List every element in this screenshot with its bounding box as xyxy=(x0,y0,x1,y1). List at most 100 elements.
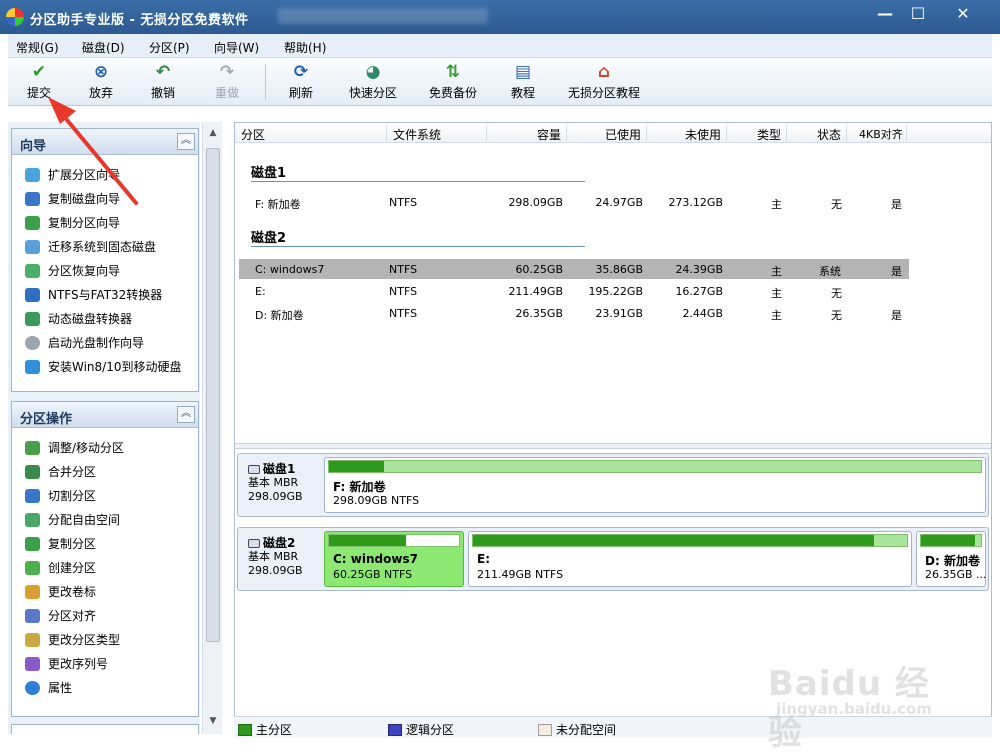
scroll-down-icon[interactable]: ▼ xyxy=(207,716,219,728)
legend-bar: 主分区 逻辑分区 未分配空间 xyxy=(234,716,992,738)
column-divider xyxy=(566,125,567,141)
table-row[interactable]: D: 新加卷 NTFS 26.35GB 23.91GB 2.44GB 主 无 是 xyxy=(239,303,909,323)
lossless-tutorial-button[interactable]: ⌂ 无损分区教程 xyxy=(566,62,642,104)
column-used[interactable]: 已使用 xyxy=(605,126,641,143)
type: 主 xyxy=(771,198,782,211)
usage-bar xyxy=(920,534,982,547)
column-status[interactable]: 状态 xyxy=(817,126,841,143)
operations-list: 调整/移动分区 合并分区 切割分区 分配自由空间 复制分区 创建分区 更改卷标 … xyxy=(12,428,198,700)
sidebar-item-partition-recovery[interactable]: 分区恢复向导 xyxy=(12,259,198,283)
sidebar-item-copy-partition-wizard[interactable]: 复制分区向导 xyxy=(12,211,198,235)
logical-swatch xyxy=(388,724,402,736)
capacity: 298.09GB xyxy=(508,196,563,209)
column-filesystem[interactable]: 文件系统 xyxy=(393,126,441,143)
table-row[interactable]: E: NTFS 211.49GB 195.22GB 16.27GB 主 无 xyxy=(239,281,909,301)
sidebar-item-split[interactable]: 切割分区 xyxy=(12,484,198,508)
refresh-icon: ⟳ xyxy=(293,62,309,82)
free-backup-button[interactable]: ⇅ 免费备份 xyxy=(426,62,480,104)
maximize-button[interactable]: ☐ xyxy=(903,4,933,26)
sidebar-item-dynamic-disk-converter[interactable]: 动态磁盘转换器 xyxy=(12,307,198,331)
partition-block-d[interactable]: D: 新加卷 26.35GB ... xyxy=(916,531,987,587)
legend-unallocated: 未分配空间 xyxy=(538,721,616,738)
disk2-info: 磁盘2 基本 MBR 298.09GB xyxy=(248,536,303,577)
checkmark-icon: ✔ xyxy=(31,62,47,82)
sidebar-item-copy-partition[interactable]: 复制分区 xyxy=(12,532,198,556)
merge-icon xyxy=(25,465,40,479)
sidebar-item-bootable-media[interactable]: 启动光盘制作向导 xyxy=(12,331,198,355)
filesystem: NTFS xyxy=(389,307,418,320)
status: 系统 xyxy=(819,265,841,278)
sidebar-item-create-partition[interactable]: 创建分区 xyxy=(12,556,198,580)
panel-splitter[interactable] xyxy=(235,443,991,449)
sidebar-item-change-label[interactable]: 更改卷标 xyxy=(12,580,198,604)
close-button[interactable]: ✕ xyxy=(948,4,978,26)
used: 35.86GB xyxy=(595,263,643,276)
partition-block-f[interactable]: F: 新加卷 298.09GB NTFS xyxy=(324,457,986,513)
disk-icon xyxy=(248,539,260,548)
cd-icon xyxy=(25,336,40,350)
sidebar-item-copy-disk-wizard[interactable]: 复制磁盘向导 xyxy=(12,187,198,211)
scrollbar-thumb[interactable] xyxy=(206,148,220,642)
column-free[interactable]: 未使用 xyxy=(685,126,721,143)
collapse-up-icon[interactable]: ︽ xyxy=(177,133,195,150)
partition-name: C: windows7 xyxy=(255,263,325,276)
sidebar-item-migrate-os-ssd[interactable]: 迁移系统到固态磁盘 xyxy=(12,235,198,259)
discard-button[interactable]: ⊗ 放弃 xyxy=(84,62,118,104)
menu-bar: 常规(G) 磁盘(D) 分区(P) 向导(W) 帮助(H) xyxy=(8,34,992,58)
column-capacity[interactable]: 容量 xyxy=(537,126,561,143)
create-icon xyxy=(25,561,40,575)
redo-button[interactable]: ↷ 重做 xyxy=(210,62,244,104)
sidebar-item-properties[interactable]: 属性 xyxy=(12,676,198,700)
4k-align: 是 xyxy=(891,198,902,211)
capacity: 211.49GB xyxy=(508,285,563,298)
sidebar-item-change-type[interactable]: 更改分区类型 xyxy=(12,628,198,652)
4k-align: 是 xyxy=(891,309,902,322)
column-partition[interactable]: 分区 xyxy=(241,126,265,143)
partition-block-c[interactable]: C: windows7 60.25GB NTFS xyxy=(324,531,464,587)
menu-help[interactable]: 帮助(H) xyxy=(284,39,326,56)
sidebar-item-change-serial[interactable]: 更改序列号 xyxy=(12,652,198,676)
table-row[interactable]: F: 新加卷 NTFS 298.09GB 24.97GB 273.12GB 主 … xyxy=(239,192,909,212)
sidebar-item-allocate-free-space[interactable]: 分配自由空间 xyxy=(12,508,198,532)
wizards-panel-header: 向导 ︽ xyxy=(12,129,198,155)
sidebar-scrollbar[interactable]: ▲ ▼ xyxy=(202,122,222,734)
sidebar-item-align-partition[interactable]: 分区对齐 xyxy=(12,604,198,628)
menu-partition[interactable]: 分区(P) xyxy=(149,39,190,56)
column-type[interactable]: 类型 xyxy=(757,126,781,143)
disk-icon xyxy=(248,465,260,474)
menu-disk[interactable]: 磁盘(D) xyxy=(82,39,125,56)
table-row-selected[interactable]: C: windows7 NTFS 60.25GB 35.86GB 24.39GB… xyxy=(239,259,909,279)
window-title: 分区助手专业版 - 无损分区免费软件 xyxy=(30,13,249,28)
refresh-button[interactable]: ⟳ 刷新 xyxy=(284,62,318,104)
capacity: 60.25GB xyxy=(515,263,563,276)
sidebar-item-resize-move[interactable]: 调整/移动分区 xyxy=(12,436,198,460)
menu-general[interactable]: 常规(G) xyxy=(16,39,59,56)
main-panel: 分区 文件系统 容量 已使用 未使用 类型 状态 4KB对齐 磁盘1 F: 新加… xyxy=(234,122,992,734)
partition-block-e[interactable]: E: 211.49GB NTFS xyxy=(468,531,912,587)
scroll-up-icon[interactable]: ▲ xyxy=(207,128,219,140)
sidebar-item-windows-to-go[interactable]: 安装Win8/10到移动硬盘 xyxy=(12,355,198,379)
sidebar-item-merge[interactable]: 合并分区 xyxy=(12,460,198,484)
operations-panel-title: 分区操作 xyxy=(20,412,73,427)
column-divider xyxy=(726,125,727,141)
capacity: 26.35GB xyxy=(515,307,563,320)
wizards-panel: 向导 ︽ 扩展分区向导 复制磁盘向导 复制分区向导 迁移系统到固态磁盘 分区恢复… xyxy=(11,128,199,392)
quick-partition-button[interactable]: ◕ 快速分区 xyxy=(346,62,400,104)
copy-icon xyxy=(25,537,40,551)
convert-icon xyxy=(25,288,40,302)
windows-icon xyxy=(25,360,40,374)
minimize-button[interactable]: — xyxy=(870,4,900,26)
free: 2.44GB xyxy=(682,307,723,320)
sidebar-item-extend-partition-wizard[interactable]: 扩展分区向导 xyxy=(12,163,198,187)
discard-icon: ⊗ xyxy=(93,62,109,82)
column-4k-align[interactable]: 4KB对齐 xyxy=(859,126,903,142)
tutorial-button[interactable]: ▤ 教程 xyxy=(510,62,536,104)
undo-button[interactable]: ↶ 撤销 xyxy=(146,62,180,104)
menu-wizard[interactable]: 向导(W) xyxy=(214,39,259,56)
sidebar-item-ntfs-fat32-converter[interactable]: NTFS与FAT32转换器 xyxy=(12,283,198,307)
free: 273.12GB xyxy=(668,196,723,209)
extend-icon xyxy=(25,168,40,182)
collapse-up-icon[interactable]: ︽ xyxy=(177,406,195,423)
status: 无 xyxy=(831,287,842,300)
commit-button[interactable]: ✔ 提交 xyxy=(22,62,56,104)
